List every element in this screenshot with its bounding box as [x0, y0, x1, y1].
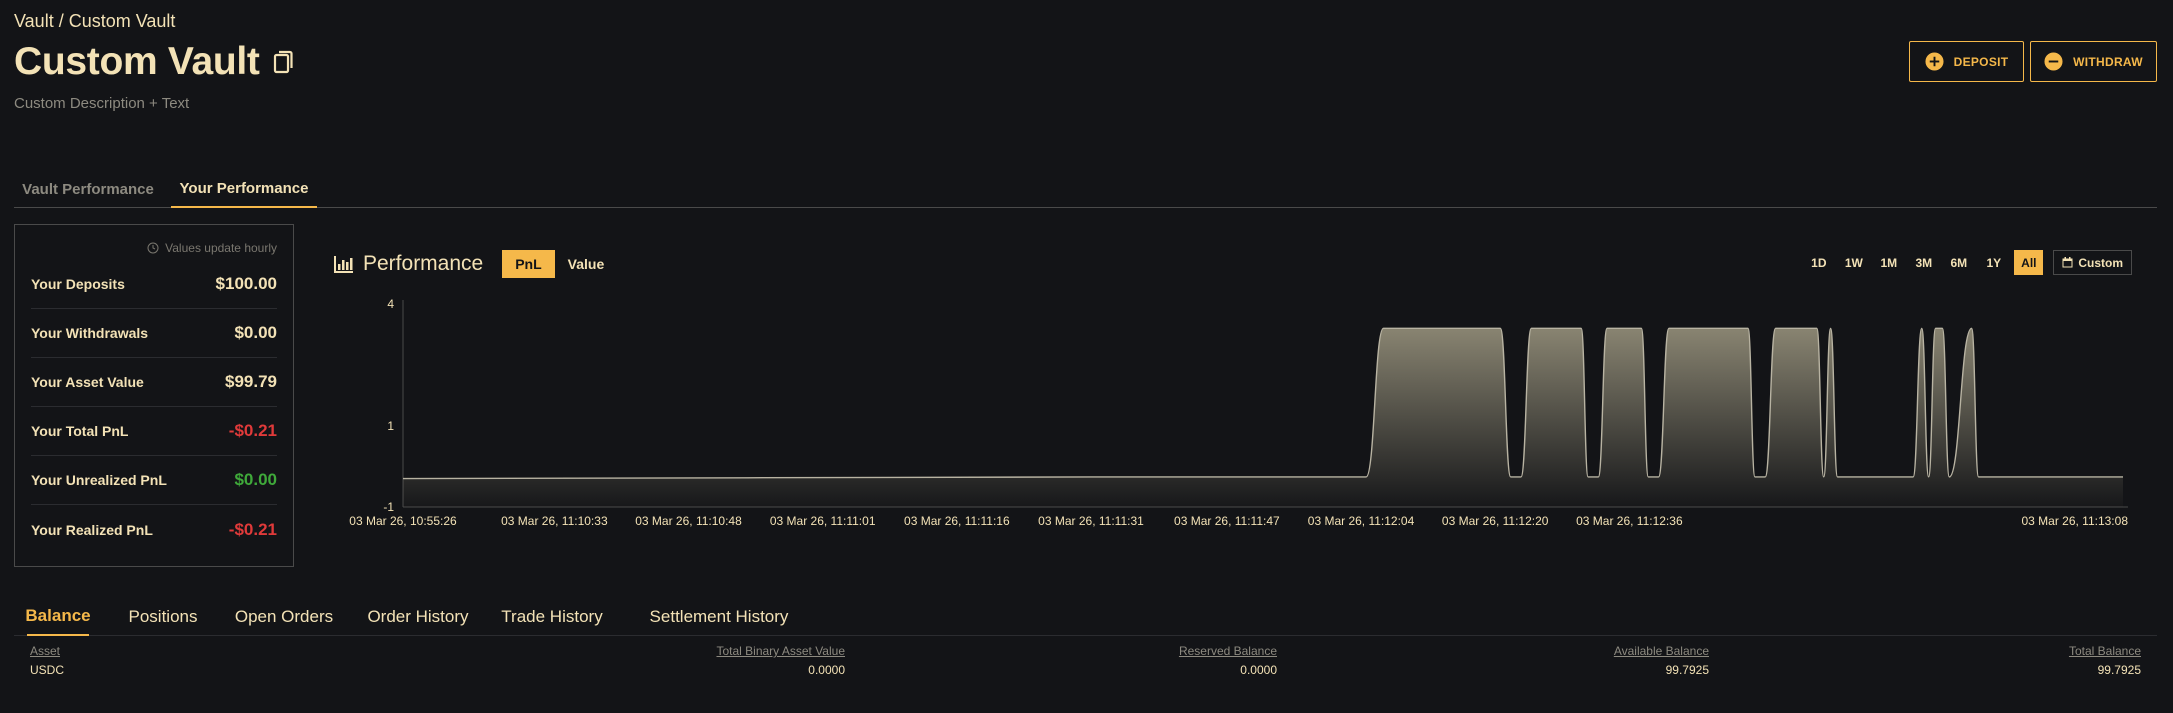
vault-description: Custom Description + Text [14, 95, 190, 112]
page-title: Custom Vault [14, 40, 260, 83]
withdraw-button[interactable]: WITHDRAW [2030, 41, 2157, 82]
copy-icon[interactable] [273, 49, 295, 75]
column-header-asset[interactable]: Asset [30, 644, 60, 658]
stat-row-realized-pnl: Your Realized PnL -$0.21 [31, 505, 277, 554]
column-header-reserved-balance[interactable]: Reserved Balance [1179, 644, 1277, 658]
tab-trade-history[interactable]: Trade History [491, 598, 613, 636]
x-tick-label: 03 Mar 26, 11:12:20 [1442, 514, 1549, 528]
tab-order-history[interactable]: Order History [357, 598, 479, 636]
tab-balance[interactable]: Balance [25, 598, 91, 636]
range-3m[interactable]: 3M [1909, 250, 1938, 275]
stat-row-unrealized-pnl: Your Unrealized PnL $0.00 [31, 456, 277, 505]
stat-label: Your Total PnL [31, 423, 129, 439]
tab-settlement-history[interactable]: Settlement History [624, 598, 814, 636]
stat-value: -$0.21 [228, 421, 277, 440]
cell-total-binary-asset-value: 0.0000 [808, 663, 845, 677]
column-header-available-balance[interactable]: Available Balance [1614, 644, 1709, 658]
value-toggle[interactable]: Value [555, 250, 618, 278]
column-header-total-binary-asset-value[interactable]: Total Binary Asset Value [716, 644, 845, 658]
performance-title: Performance [363, 252, 484, 275]
y-tick-labels: 4 1 -1 [383, 297, 394, 514]
y-tick-label: 4 [387, 297, 394, 311]
minus-circle-icon [2044, 52, 2063, 71]
x-tick-label: 03 Mar 26, 11:13:08 [2021, 514, 2128, 528]
range-1m[interactable]: 1M [1874, 250, 1903, 275]
performance-tabs: Vault Performance Your Performance [14, 170, 2157, 208]
clock-icon [147, 242, 159, 254]
withdraw-label: WITHDRAW [2073, 54, 2143, 69]
chart-axes [402, 300, 2128, 508]
stat-value: $100.00 [215, 274, 277, 293]
stats-panel: Values update hourly Your Deposits $100.… [14, 224, 294, 567]
performance-chart: 4 1 -1 03 Mar 26, 10:55:26 03 Mar 26, 11:10… [349, 297, 2128, 528]
x-tick-label: 03 Mar 26, 11:11:31 [1038, 514, 1144, 528]
x-tick-labels: 03 Mar 26, 10:55:26 03 Mar 26, 11:10:33 03… [349, 514, 2128, 528]
bar-chart-icon [334, 255, 353, 273]
plus-circle-icon [1925, 52, 1944, 71]
x-tick-label: 03 Mar 26, 10:55:26 [349, 514, 457, 528]
performance-header: Performance PnL Value [334, 250, 617, 278]
calendar-icon [2062, 257, 2073, 268]
range-1w[interactable]: 1W [1839, 250, 1868, 275]
title-row: Custom Vault [14, 40, 295, 84]
pnl-area [403, 328, 2123, 507]
time-range-selector: 1D 1W 1M 3M 6M 1Y All Custom [1798, 250, 2132, 275]
pnl-line [402, 327, 2123, 480]
cell-available-balance: 99.7925 [1665, 663, 1709, 677]
stat-value: $99.79 [225, 372, 277, 391]
range-1d[interactable]: 1D [1804, 250, 1833, 275]
range-all[interactable]: All [2014, 250, 2044, 275]
stat-row-withdrawals: Your Withdrawals $0.00 [31, 309, 277, 358]
tab-your-performance[interactable]: Your Performance [171, 170, 317, 208]
cell-asset: USDC [30, 663, 65, 677]
cell-total-balance: 99.7925 [2097, 663, 2141, 677]
x-tick-label: 03 Mar 26, 11:12:36 [1576, 514, 1683, 528]
stat-label: Your Deposits [31, 276, 125, 292]
stat-row-asset-value: Your Asset Value $99.79 [31, 358, 277, 407]
stat-label: Your Realized PnL [31, 521, 153, 538]
tab-positions[interactable]: Positions [120, 598, 206, 636]
update-note: Values update hourly [147, 241, 277, 255]
y-tick-label: 1 [387, 419, 394, 433]
tab-vault-performance[interactable]: Vault Performance [14, 170, 162, 208]
x-tick-label: 03 Mar 26, 11:11:16 [904, 514, 1010, 528]
range-1y[interactable]: 1Y [1979, 250, 2008, 275]
stat-label: Your Asset Value [31, 374, 144, 390]
account-tabs: Balance Positions Open Orders Order Hist… [14, 598, 2157, 636]
stat-value: $0.00 [234, 470, 277, 489]
column-header-total-balance[interactable]: Total Balance [2069, 644, 2141, 658]
x-tick-label: 03 Mar 26, 11:11:01 [770, 514, 876, 528]
stat-row-deposits: Your Deposits $100.00 [31, 260, 277, 309]
stat-value: -$0.21 [228, 519, 277, 539]
deposit-label: DEPOSIT [1953, 54, 2009, 69]
x-tick-label: 03 Mar 26, 11:10:48 [635, 514, 742, 528]
stat-row-total-pnl: Your Total PnL -$0.21 [31, 407, 277, 456]
y-tick-label: -1 [383, 500, 394, 514]
update-note-text: Values update hourly [165, 241, 277, 255]
x-tick-label: 03 Mar 26, 11:10:33 [501, 514, 608, 528]
x-tick-label: 03 Mar 26, 11:11:47 [1174, 514, 1280, 528]
stat-label: Your Unrealized PnL [31, 472, 167, 488]
range-custom[interactable]: Custom [2053, 250, 2132, 275]
custom-range-label: Custom [2078, 255, 2123, 270]
stat-label: Your Withdrawals [31, 325, 149, 341]
range-6m[interactable]: 6M [1944, 250, 1973, 275]
x-tick-label: 03 Mar 26, 11:12:04 [1308, 514, 1415, 528]
breadcrumb[interactable]: Vault / Custom Vault [14, 11, 175, 32]
pnl-toggle[interactable]: PnL [502, 250, 555, 278]
stat-value: $0.00 [234, 323, 277, 342]
tab-open-orders[interactable]: Open Orders [229, 598, 339, 636]
deposit-button[interactable]: DEPOSIT [1909, 41, 2024, 82]
cell-reserved-balance: 0.0000 [1240, 663, 1277, 677]
